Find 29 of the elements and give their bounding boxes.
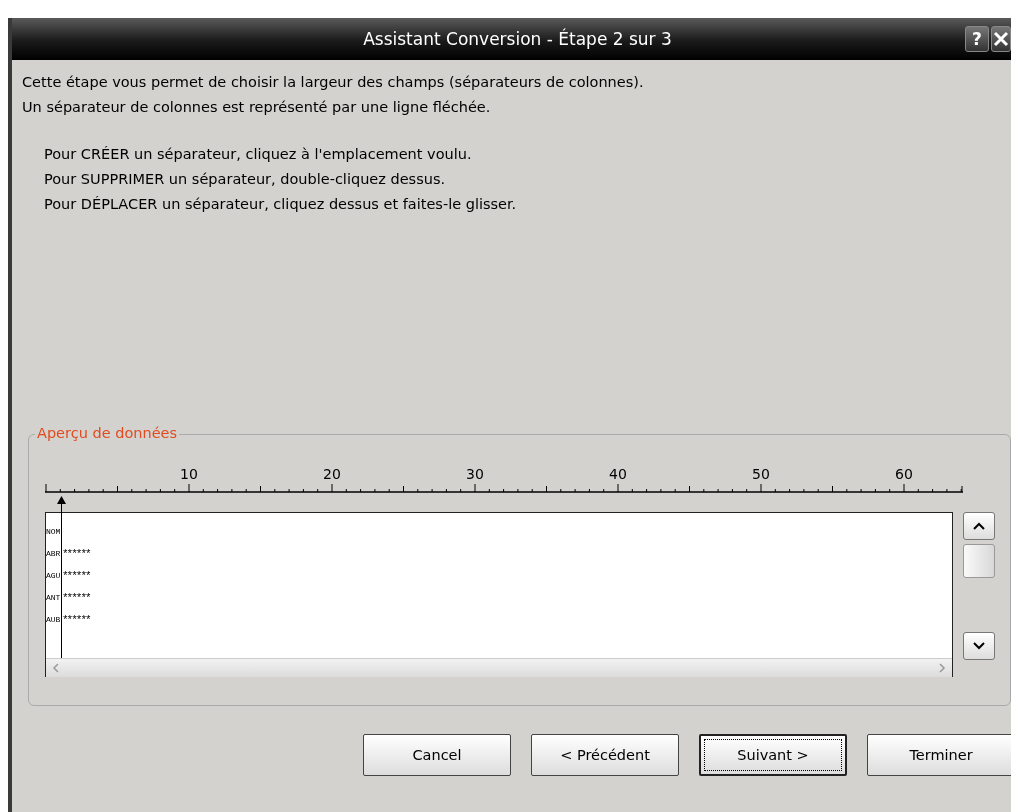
- dialog-button[interactable]: Cancel: [363, 734, 511, 776]
- arrow-up-icon: [56, 496, 66, 504]
- column-ruler: 10 20 30 40 50 60: [45, 465, 965, 499]
- scroll-up-button[interactable]: [963, 512, 995, 540]
- scroll-thumb[interactable]: [963, 544, 995, 578]
- dialog-button[interactable]: < Précédent: [531, 734, 679, 776]
- close-icon: [993, 31, 1009, 47]
- data-cell: ******: [62, 593, 90, 603]
- instruction-text: Pour SUPPRIMER un séparateur, double-cliquez dessus.: [43, 170, 447, 189]
- close-button[interactable]: [991, 26, 1011, 52]
- scroll-down-button[interactable]: [963, 632, 995, 660]
- horizontal-scrollbar[interactable]: [46, 658, 952, 677]
- instruction-text: Pour DÉPLACER un séparateur, cliquez dessus et faites-le glisser.: [43, 195, 518, 214]
- description-text: Cette étape vous permet de choisir la largeur des champs (séparateurs de colonnes).: [22, 73, 645, 92]
- dialog-button[interactable]: Suivant >: [699, 734, 847, 776]
- data-cell: ******: [62, 571, 90, 581]
- help-button[interactable]: ?: [965, 26, 989, 52]
- group-title: Aperçu de données: [35, 425, 180, 441]
- data-cell: NOM: [46, 527, 60, 537]
- data-cell: ANT: [46, 593, 60, 603]
- dialog-button[interactable]: Terminer: [867, 734, 1011, 776]
- instruction-text: Pour CRÉER un séparateur, cliquez à l'emplacement voulu.: [43, 145, 473, 164]
- data-cell: ******: [62, 549, 90, 559]
- window-title: Assistant Conversion - Étape 2 sur 3: [362, 29, 673, 49]
- data-cell: AGU: [46, 571, 60, 581]
- description-text: Un séparateur de colonnes est représenté par une ligne fléchée.: [22, 98, 492, 117]
- data-cell: AUB: [46, 615, 60, 625]
- data-cell: ABR: [46, 549, 60, 559]
- data-cell: ******: [62, 615, 90, 625]
